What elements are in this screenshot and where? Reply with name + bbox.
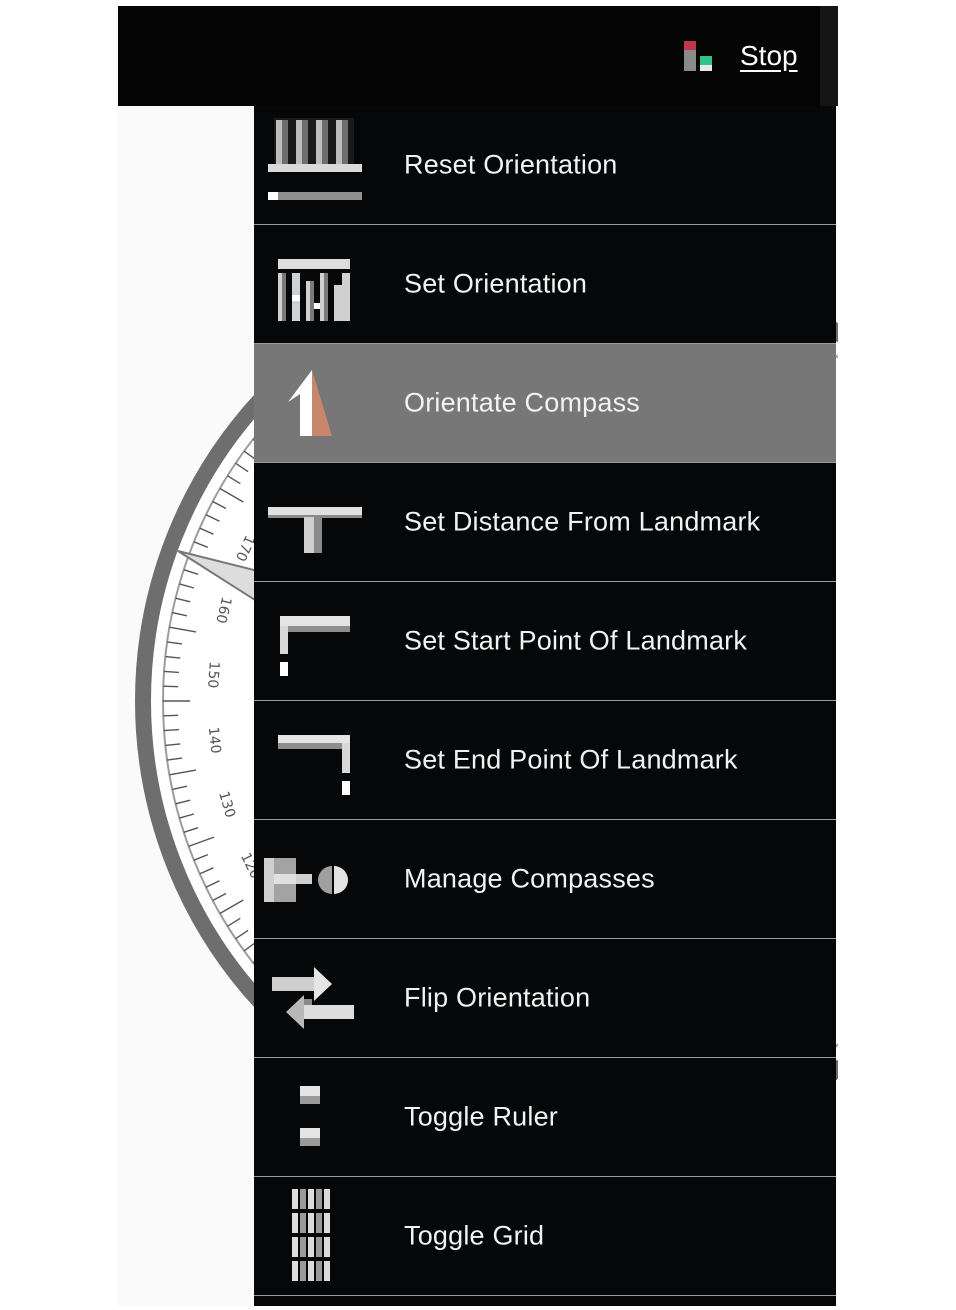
grid-icon-cell bbox=[308, 1189, 314, 1209]
grid-icon-cell bbox=[300, 1261, 306, 1281]
status-indicator-icon bbox=[684, 41, 712, 71]
grid-icon-cell bbox=[316, 1189, 322, 1209]
compass-scale-label: 150 bbox=[204, 661, 222, 689]
grid-icon-cell bbox=[300, 1237, 306, 1257]
grid-icon-cell bbox=[324, 1189, 330, 1209]
compass-scale-label: 140 bbox=[205, 726, 224, 754]
menu-item-toggle-ruler[interactable]: Toggle Ruler bbox=[254, 1058, 836, 1177]
menu-item-label: Set Distance From Landmark bbox=[404, 506, 761, 537]
overflow-menu: Reset Orientation Set Orientation Orient… bbox=[254, 106, 836, 1306]
set-distance-icon bbox=[268, 507, 362, 553]
menu-item-set-orientation[interactable]: Set Orientation bbox=[254, 225, 836, 344]
topbar-edge bbox=[820, 6, 838, 106]
reset-orientation-icon bbox=[268, 118, 362, 200]
manage-compasses-icon bbox=[264, 858, 348, 902]
toggle-grid-icon bbox=[292, 1189, 330, 1281]
menu-item-label: Set Orientation bbox=[404, 268, 588, 299]
menu-item-set-start-point-of-landmark[interactable]: Set Start Point Of Landmark bbox=[254, 582, 836, 701]
menu-item-set-distance-from-landmark[interactable]: Set Distance From Landmark bbox=[254, 463, 836, 582]
grid-icon-cell bbox=[316, 1261, 322, 1281]
menu-item-label: Toggle Grid bbox=[404, 1220, 545, 1251]
compass-tick bbox=[163, 685, 179, 688]
grid-icon-cell bbox=[316, 1213, 322, 1233]
app-screen: 180170160150140130120110 Stop Reset Orie… bbox=[118, 6, 838, 1306]
grid-icon-cell bbox=[308, 1237, 314, 1257]
menu-item-flip-orientation[interactable]: Flip Orientation bbox=[254, 939, 836, 1058]
menu-item-label: Orientate Compass bbox=[404, 387, 640, 418]
compass-tick bbox=[163, 714, 179, 717]
grid-icon-cell bbox=[300, 1189, 306, 1209]
menu-item-label: Manage Compasses bbox=[404, 863, 655, 894]
start-point-icon bbox=[280, 616, 350, 676]
compass-tick bbox=[163, 670, 180, 674]
flip-orientation-icon bbox=[272, 967, 354, 1029]
end-point-icon bbox=[278, 735, 350, 795]
grid-icon-cell bbox=[300, 1213, 306, 1233]
menu-item-label: Reset Orientation bbox=[404, 149, 618, 180]
grid-icon-cell bbox=[308, 1261, 314, 1281]
menu-item-label: Set End Point Of Landmark bbox=[404, 744, 738, 775]
grid-icon-cell bbox=[308, 1213, 314, 1233]
menu-item-label: Set Start Point Of Landmark bbox=[404, 625, 748, 656]
top-bar: Stop bbox=[118, 6, 838, 106]
grid-icon-cell bbox=[324, 1237, 330, 1257]
menu-item-label: Flip Orientation bbox=[404, 982, 591, 1013]
grid-icon-cell bbox=[292, 1261, 298, 1281]
menu-item-reset-orientation[interactable]: Reset Orientation bbox=[254, 106, 836, 225]
orientate-compass-icon bbox=[288, 370, 332, 436]
set-orientation-icon bbox=[278, 259, 350, 321]
menu-item-toggle-grid[interactable]: Toggle Grid bbox=[254, 1177, 836, 1296]
menu-item-manage-compasses[interactable]: Manage Compasses bbox=[254, 820, 836, 939]
grid-icon-cell bbox=[292, 1237, 298, 1257]
grid-icon-cell bbox=[316, 1237, 322, 1257]
menu-item-set-end-point-of-landmark[interactable]: Set End Point Of Landmark bbox=[254, 701, 836, 820]
toggle-ruler-icon bbox=[300, 1086, 320, 1146]
grid-icon-cell bbox=[292, 1189, 298, 1209]
grid-icon-cell bbox=[324, 1213, 330, 1233]
stop-button[interactable]: Stop bbox=[740, 40, 798, 72]
grid-icon-cell bbox=[324, 1261, 330, 1281]
compass-tick bbox=[163, 728, 180, 732]
menu-item-orientate-compass[interactable]: Orientate Compass bbox=[254, 344, 836, 463]
grid-icon-cell bbox=[292, 1213, 298, 1233]
menu-item-label: Toggle Ruler bbox=[404, 1101, 558, 1132]
